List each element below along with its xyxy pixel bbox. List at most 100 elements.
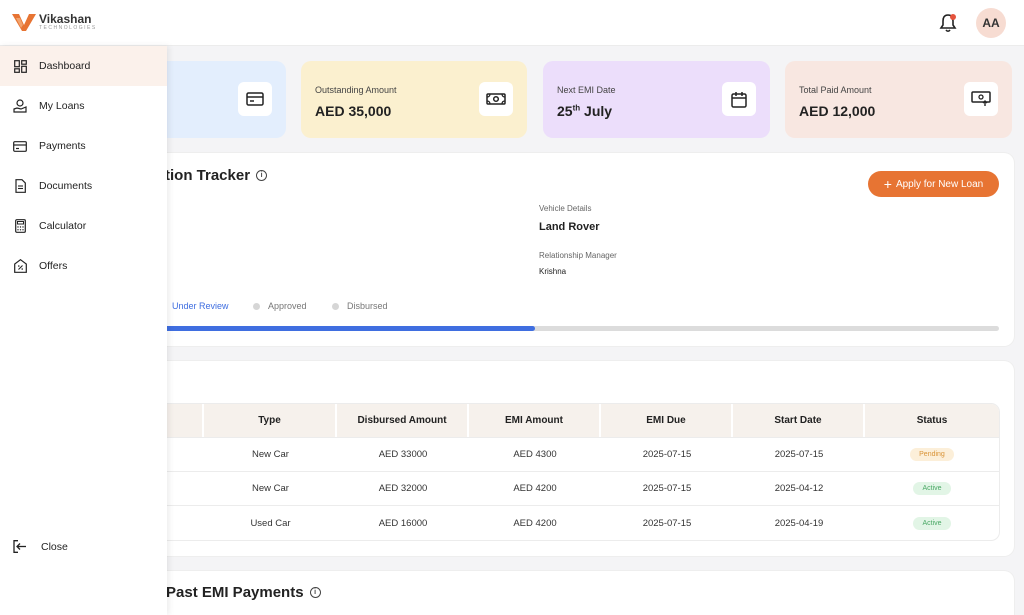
relationship-manager-label: Relationship Manager: [539, 251, 617, 260]
sidebar-item-my-loans[interactable]: My Loans: [0, 86, 167, 126]
step-disbursed: Disbursed: [332, 301, 388, 311]
column-header: Status: [916, 415, 948, 426]
column-header: EMI Due: [601, 404, 733, 437]
table-cell: AED 4300: [513, 449, 557, 460]
dashboard-icon: [13, 59, 27, 73]
tracker-progress-bar: [155, 326, 999, 331]
apply-new-loan-button[interactable]: + Apply for New Loan: [868, 171, 999, 197]
stat-value: 25th July: [557, 103, 612, 119]
table-cell: Used Car: [250, 517, 291, 529]
table-header-row: Type Disbursed Amount EMI Amount EMI Due…: [155, 404, 999, 438]
money-upload-icon: [964, 82, 998, 116]
table-cell: 2025-07-15: [642, 517, 692, 529]
table-cell: 2025-04-19: [774, 517, 824, 529]
relationship-manager-value: Krishna: [539, 267, 567, 276]
table-cell: AED 4200: [513, 483, 557, 494]
status-badge: Pending: [910, 448, 954, 461]
sidebar-item-documents[interactable]: Documents: [0, 166, 167, 206]
stat-value-day: 25: [557, 103, 573, 119]
sidebar-item-label: Calculator: [39, 220, 87, 232]
apply-button-label: Apply for New Loan: [895, 178, 984, 190]
logout-icon: [13, 540, 27, 554]
stat-card-total-paid: Total Paid Amount AED 12,000: [785, 61, 1012, 138]
stat-value-month: July: [580, 103, 613, 119]
step-label: Under Review: [172, 301, 229, 311]
info-icon[interactable]: i: [256, 169, 268, 181]
table-cell: AED 32000: [378, 483, 428, 494]
application-tracker-card: tion Tracker i + Apply for New Loan Vehicl…: [155, 153, 1014, 346]
tracker-progress-fill: [155, 326, 535, 331]
table-row[interactable]: New Car AED 33000 AED 4300 2025-07-15 20…: [155, 438, 999, 472]
table-cell: 2025-07-15: [774, 449, 824, 460]
step-label: Disbursed: [347, 301, 388, 311]
stat-value: AED 12,000: [799, 103, 876, 119]
step-under-review: Under Review: [172, 301, 229, 311]
past-emi-card: Past EMI Payments i: [155, 571, 1014, 615]
brand-tagline: TECHNOLOGIES: [39, 25, 97, 31]
sidebar-item-label: My Loans: [39, 100, 85, 112]
info-icon[interactable]: i: [309, 586, 321, 598]
vehicle-details-label: Vehicle Details: [539, 204, 592, 213]
top-header: Vikashan TECHNOLOGIES AA: [0, 0, 1024, 46]
stat-label: Next EMI Date: [557, 85, 616, 95]
table-cell: AED 16000: [378, 517, 428, 529]
sidebar-item-dashboard[interactable]: Dashboard: [0, 46, 167, 86]
brand-name: Vikashan: [39, 12, 92, 26]
stat-value-suffix: th: [572, 103, 581, 113]
user-avatar[interactable]: AA: [976, 8, 1006, 38]
sidebar-item-label: Payments: [39, 140, 86, 152]
tracker-title: tion Tracker i: [165, 167, 268, 184]
plus-icon: +: [883, 176, 892, 192]
sidebar: Dashboard My Loans Payments Documents Ca…: [0, 46, 167, 615]
step-dot: [253, 302, 260, 310]
calculator-icon: [13, 219, 27, 233]
loans-icon: [13, 99, 27, 113]
sidebar-close-button[interactable]: Close: [0, 527, 167, 567]
table-cell: 2025-07-15: [642, 483, 692, 494]
step-label: Approved: [268, 301, 307, 311]
sidebar-item-label: Offers: [39, 260, 68, 272]
column-header: Start Date: [733, 404, 865, 437]
stat-card-next-emi: Next EMI Date 25th July: [543, 61, 770, 138]
column-header: Disbursed Amount: [337, 404, 469, 437]
loans-card: Type Disbursed Amount EMI Amount EMI Due…: [155, 361, 1014, 556]
past-emi-title: Past EMI Payments i: [166, 584, 321, 601]
tracker-title-text: tion Tracker: [165, 167, 251, 184]
sidebar-item-offers[interactable]: Offers: [0, 246, 167, 286]
table-cell: AED 33000: [378, 449, 428, 460]
table-row[interactable]: Used Car AED 16000 AED 4200 2025-07-15 2…: [155, 506, 999, 540]
vehicle-details-value: Land Rover: [539, 221, 600, 233]
brand-logo-icon: [12, 14, 36, 31]
calendar-icon: [722, 82, 756, 116]
column-header: EMI Amount: [469, 404, 601, 437]
loans-table: Type Disbursed Amount EMI Amount EMI Due…: [155, 404, 999, 540]
stat-card-outstanding: Outstanding Amount AED 35,000: [301, 61, 527, 138]
sidebar-close-label: Close: [41, 541, 68, 553]
table-cell: New Car: [252, 483, 289, 494]
notification-dot: [950, 14, 956, 20]
step-approved: Approved: [253, 301, 307, 311]
table-cell: Active: [865, 472, 999, 505]
status-badge: Active: [913, 516, 951, 530]
wallet-icon: [238, 82, 272, 116]
sidebar-item-calculator[interactable]: Calculator: [0, 206, 167, 246]
stat-value: AED 35,000: [315, 103, 392, 119]
stat-card-1: [155, 61, 286, 138]
stat-label: Outstanding Amount: [315, 85, 397, 95]
table-cell: 2025-07-15: [642, 449, 692, 460]
column-header: Type: [204, 404, 337, 437]
status-badge: Active: [913, 482, 951, 495]
step-dot: [332, 302, 339, 310]
stat-label: Total Paid Amount: [799, 85, 872, 95]
table-row[interactable]: New Car AED 32000 AED 4200 2025-07-15 20…: [155, 472, 999, 506]
sidebar-item-payments[interactable]: Payments: [0, 126, 167, 166]
brand-logo[interactable]: Vikashan TECHNOLOGIES: [12, 12, 97, 32]
table-cell: New Car: [252, 449, 289, 460]
past-emi-title-text: Past EMI Payments: [166, 584, 304, 601]
table-cell: Pending: [865, 438, 999, 471]
sidebar-item-label: Documents: [39, 180, 93, 192]
table-cell: AED 4200: [513, 517, 557, 529]
offers-icon: [13, 259, 27, 273]
sidebar-item-label: Dashboard: [39, 60, 91, 72]
document-icon: [13, 179, 27, 193]
